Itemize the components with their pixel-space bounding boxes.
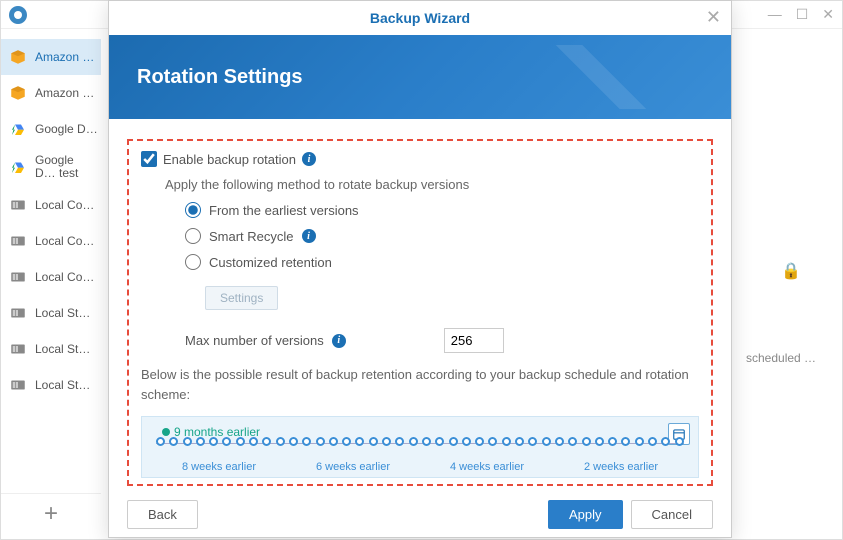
sidebar-item-label: Amazon … [35,86,94,100]
back-button[interactable]: Back [127,500,198,529]
dot-icon [162,428,170,436]
storage-icon [9,376,27,394]
radio-custom-row[interactable]: Customized retention [185,254,699,270]
sidebar-item-label: Google D… [35,122,98,136]
retention-settings-button: Settings [205,286,278,310]
max-versions-input[interactable] [444,328,504,353]
retention-timeline: 9 months earlier 8 weeks earlier 6 weeks… [141,416,699,478]
sidebar-item-local-2[interactable]: Local Co… [1,223,101,259]
highlighted-region: Enable backup rotation i Apply the follo… [127,139,713,486]
add-button[interactable]: + [1,493,101,533]
box-icon [9,84,27,102]
timeline-label: 4 weeks earlier [450,461,524,473]
sidebar-item-local-3[interactable]: Local Co… [1,259,101,295]
storage-icon [9,340,27,358]
sidebar-item-label: Google D… test [35,154,93,180]
sidebar-item-local-4[interactable]: Local St… [1,295,101,331]
sidebar-item-local-5[interactable]: Local St… [1,331,101,367]
radio-earliest-label: From the earliest versions [209,203,359,218]
apply-button[interactable]: Apply [548,500,623,529]
gdrive-icon [9,120,27,138]
radio-earliest[interactable] [185,202,201,218]
banner-heading: Rotation Settings [137,66,303,89]
timeline-bottom-labels: 8 weeks earlier 6 weeks earlier 4 weeks … [152,461,688,473]
radio-earliest-row[interactable]: From the earliest versions [185,202,699,218]
enable-rotation-checkbox[interactable] [141,151,157,167]
modal-body: Enable backup rotation i Apply the follo… [109,119,731,496]
sidebar-item-local-1[interactable]: Local Co… [1,187,101,223]
sidebar-item-label: Local Co… [35,270,94,284]
info-icon[interactable]: i [302,152,316,166]
apply-method-text: Apply the following method to rotate bac… [165,177,699,192]
storage-icon [9,304,27,322]
sidebar-item-local-6[interactable]: Local St… [1,367,101,403]
timeline-label: 8 weeks earlier [182,461,256,473]
storage-icon [9,232,27,250]
window-controls: — ☐ ✕ [768,6,834,23]
radio-custom-label: Customized retention [209,255,332,270]
sidebar-item-label: Local St… [35,342,90,356]
modal-footer: Back Apply Cancel [109,500,731,529]
cancel-button[interactable]: Cancel [631,500,713,529]
sidebar-item-gdrive-1[interactable]: Google D… [1,111,101,147]
sidebar-item-label: Local St… [35,378,90,392]
modal-banner: Rotation Settings [109,35,731,119]
storage-icon [9,268,27,286]
timeline-label: 6 weeks earlier [316,461,390,473]
modal-titlebar: Backup Wizard ✕ [109,1,731,35]
sidebar-item-label: Local Co… [35,234,94,248]
info-icon[interactable]: i [302,229,316,243]
result-description: Below is the possible result of backup r… [141,365,699,404]
app-icon [9,6,27,24]
enable-rotation-row[interactable]: Enable backup rotation i [141,151,699,167]
right-pane-fragment: 🔒 scheduled … [746,261,836,499]
backup-wizard-modal: Backup Wizard ✕ Rotation Settings Enable… [108,0,732,538]
sidebar-item-gdrive-2[interactable]: Google D… test [1,147,101,187]
timeline-dots [156,437,684,446]
minimize-icon[interactable]: — [768,6,782,23]
info-icon[interactable]: i [332,334,346,348]
sidebar-item-label: Amazon … [35,50,94,64]
timeline-label: 2 weeks earlier [584,461,658,473]
max-versions-row: Max number of versions i [185,328,699,353]
radio-custom[interactable] [185,254,201,270]
close-icon[interactable]: ✕ [822,6,834,23]
scheduled-label: scheduled … [746,351,816,365]
radio-smart-row[interactable]: Smart Recycle i [185,228,699,244]
timeline-line [156,443,684,459]
radio-smart[interactable] [185,228,201,244]
sidebar-item-label: Local Co… [35,198,94,212]
radio-smart-label: Smart Recycle [209,229,294,244]
lock-icon: 🔒 [746,261,836,281]
modal-title: Backup Wizard [370,10,470,26]
max-versions-label: Max number of versions [185,333,324,348]
box-icon [9,48,27,66]
sidebar-item-amazon-2[interactable]: Amazon … [1,75,101,111]
maximize-icon[interactable]: ☐ [796,6,809,23]
sidebar-item-label: Local St… [35,306,90,320]
sidebar-item-amazon-1[interactable]: Amazon … [1,39,101,75]
enable-rotation-label: Enable backup rotation [163,152,296,167]
rotation-method-group: From the earliest versions Smart Recycle… [185,202,699,270]
storage-icon [9,196,27,214]
sidebar: Amazon … Amazon … Google D… Google D… te… [1,29,101,539]
modal-close-icon[interactable]: ✕ [706,7,721,28]
gdrive-icon [9,158,27,176]
